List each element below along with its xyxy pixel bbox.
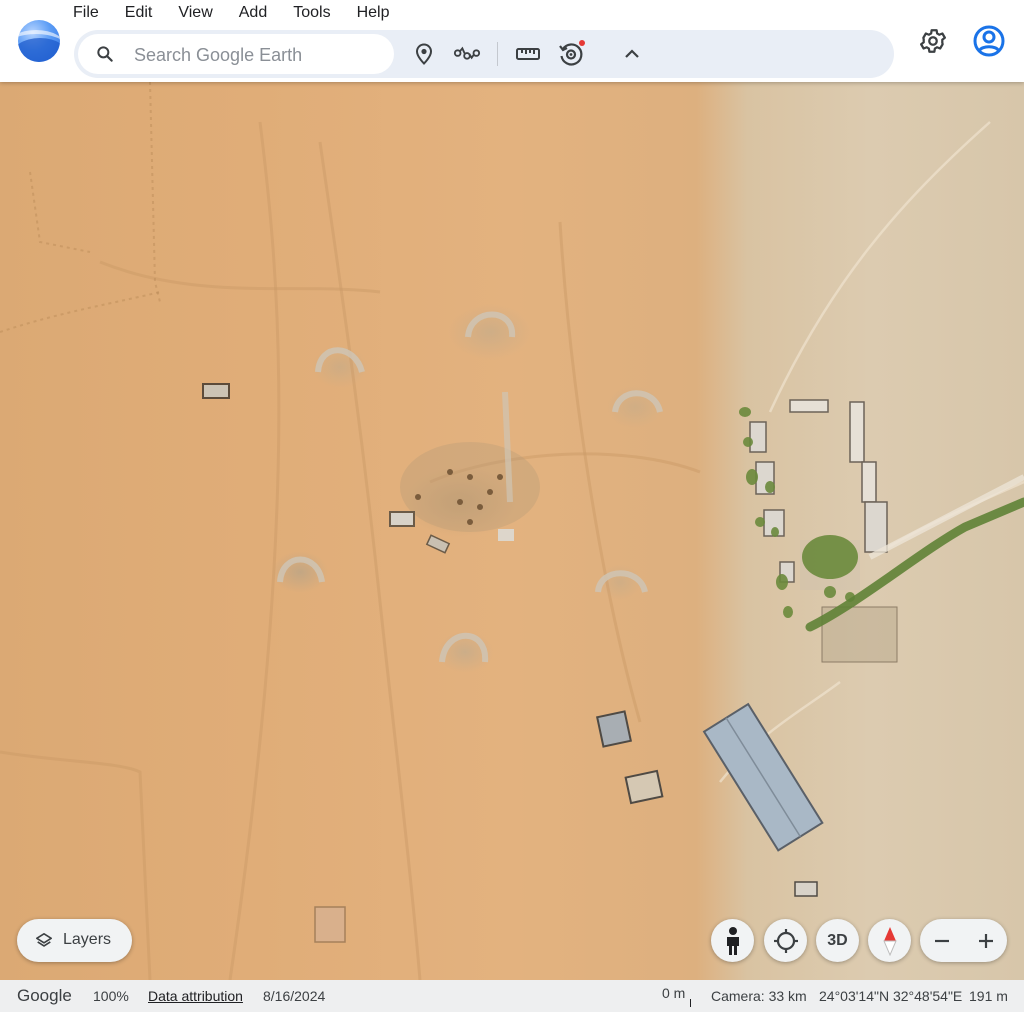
dotted-trail (0, 291, 161, 333)
dirt-track (558, 221, 642, 723)
draw-path-button[interactable] (453, 40, 481, 68)
add-placemark-icon (415, 43, 433, 65)
path-icon (453, 46, 481, 60)
zoom-out-button[interactable] (920, 919, 963, 962)
menu-add[interactable]: Add (226, 0, 280, 26)
emplacement (612, 390, 663, 413)
google-earth-app: File Edit View Add Tools Help Search Goo… (0, 0, 1024, 1012)
hangar (702, 702, 824, 852)
my-location-icon (773, 928, 798, 953)
menu-tools[interactable]: Tools (280, 0, 343, 26)
measure-button[interactable] (514, 40, 542, 68)
historical-imagery-button[interactable] (557, 40, 585, 68)
google-brand-label: Google (17, 986, 72, 1005)
add-placemark-button[interactable] (410, 40, 438, 68)
satellite-imagery (0, 82, 1024, 980)
notification-dot (579, 40, 585, 46)
settings-button[interactable] (918, 26, 948, 56)
3d-toggle-button[interactable]: 3D (816, 919, 859, 962)
menu-help[interactable]: Help (344, 0, 403, 26)
emplacement (277, 556, 325, 583)
status-bar: Google 100% Data attribution 8/16/2024 0… (0, 980, 1024, 1012)
gear-icon (920, 29, 946, 53)
collapse-toolbar-button[interactable] (618, 40, 646, 68)
dotted-trail (149, 82, 161, 303)
emplacement (315, 347, 365, 373)
account-button[interactable] (972, 24, 1006, 58)
zoom-in-button[interactable] (964, 919, 1007, 962)
emplacement (439, 632, 489, 663)
elevation: 191 m (969, 988, 1008, 1004)
menu-view[interactable]: View (165, 0, 225, 26)
dotted-trail (29, 171, 91, 253)
ruler-icon (516, 48, 540, 60)
zoom-out-icon (934, 939, 949, 942)
data-attribution-link[interactable]: Data attribution (148, 988, 243, 1004)
layers-icon (35, 932, 53, 947)
compass-icon (882, 926, 897, 956)
menu-bar: File Edit View Add Tools Help (60, 0, 402, 26)
satellite-map-view[interactable] (0, 82, 1024, 980)
layers-button[interactable]: Layers (17, 919, 132, 962)
my-location-button[interactable] (764, 919, 807, 962)
zoom-percent: 100% (93, 988, 129, 1004)
imagery-date: 8/16/2024 (263, 988, 326, 1004)
camera-altitude: Camera: 33 km (711, 988, 807, 1004)
dirt-track (318, 141, 422, 980)
paved-road (868, 474, 1024, 560)
zoom-in-icon (978, 933, 993, 948)
toolbar (74, 30, 894, 78)
toolbar-divider (497, 42, 498, 66)
google-earth-logo[interactable] (18, 20, 60, 62)
road (768, 121, 991, 413)
compass-button[interactable] (868, 919, 911, 962)
chevron-up-icon (625, 49, 639, 58)
dirt-track (228, 121, 281, 980)
emplacement (465, 311, 516, 338)
pegman-icon (726, 926, 739, 955)
layers-label: Layers (63, 931, 112, 948)
3d-label: 3D (827, 931, 848, 949)
menu-edit[interactable]: Edit (112, 0, 166, 26)
search-input[interactable] (132, 38, 386, 72)
top-header: File Edit View Add Tools Help (0, 0, 1024, 82)
scale-label: 0 m (662, 985, 686, 1001)
account-icon (973, 25, 1005, 57)
menu-file[interactable]: File (60, 0, 112, 26)
scale-bar (690, 999, 691, 1007)
zoom-controls (920, 919, 1007, 962)
cursor-coordinates: 24°03'14"N 32°48'54"E (819, 988, 963, 1004)
street-view-button[interactable] (711, 919, 754, 962)
search-box[interactable] (78, 34, 394, 74)
search-icon[interactable] (95, 44, 115, 64)
emplacement (595, 570, 648, 593)
